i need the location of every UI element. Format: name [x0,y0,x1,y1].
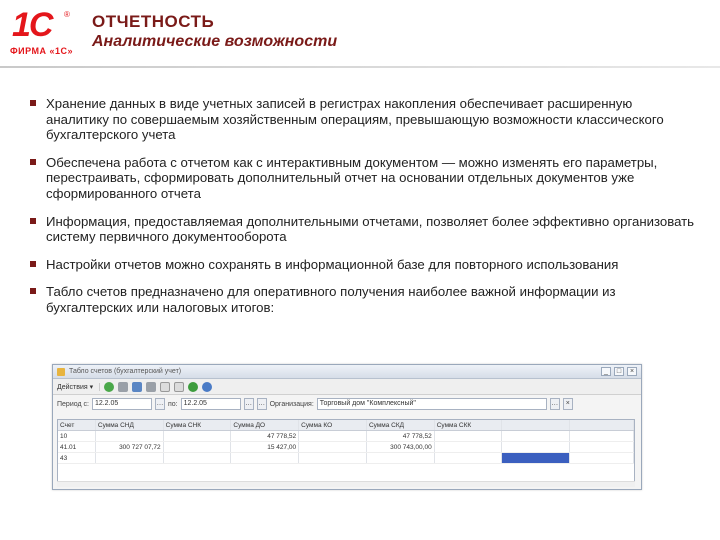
period-select-icon[interactable]: … [256,398,267,410]
table-cell[interactable] [570,442,634,452]
table-cell[interactable] [164,442,232,452]
bullet-item: Хранение данных в виде учетных записей в… [28,96,698,143]
horizontal-scrollbar[interactable] [57,481,635,487]
bullet-square-icon [30,158,36,165]
page-title: ОТЧЕТНОСТЬ [92,12,215,31]
1c-logo: 1C ® ФИРМА «1С» [8,8,80,58]
table-cell[interactable]: 300 727 07,72 [96,442,164,452]
organization-field[interactable]: Торговый дом "Комплексный" [316,398,547,410]
calendar-icon[interactable]: … [243,398,254,410]
bullet-square-icon [30,260,36,267]
column-header[interactable]: Сумма ДО [231,420,300,430]
table-cell[interactable] [502,442,571,452]
clear-icon[interactable]: × [562,398,573,410]
document-icon[interactable] [160,381,171,392]
bullet-text: Хранение данных в виде учетных записей в… [46,96,664,143]
table-cell[interactable] [231,453,300,463]
logo-registered-mark: ® [64,10,70,19]
window-controls: _ □ × [601,367,637,376]
table-cell[interactable] [96,431,164,441]
bullet-square-icon [30,217,36,224]
to-label: по: [167,400,178,408]
table-cell[interactable]: 43 [58,453,96,463]
accounts-table: Счет Сумма СНД Сумма СНК Сумма ДО Сумма … [57,419,635,483]
window-titlebar[interactable]: Табло счетов (бухгалтерский учет) _ □ × [53,365,641,379]
table-row[interactable]: 43 [58,453,634,464]
column-header[interactable]: Сумма СНК [164,420,232,430]
copy-icon[interactable] [118,381,129,392]
delete-icon[interactable] [146,381,157,392]
column-header[interactable] [502,420,571,430]
maximize-icon[interactable]: □ [614,367,624,376]
organization-label: Организация: [269,400,314,408]
table-cell[interactable]: 300 743,00,00 [367,442,435,452]
filter-bar: Период с: 12.2.05 … по: 12.2.05 … … Орга… [53,395,641,413]
table-cell[interactable]: 47 778,52 [231,431,300,441]
column-header[interactable]: Сумма СКК [435,420,503,430]
bullet-square-icon [30,288,36,295]
selected-cell[interactable] [502,453,571,463]
edit-icon[interactable] [132,381,143,392]
table-cell[interactable] [435,453,503,463]
title-block: ОТЧЕТНОСТЬ Аналитические возможности [92,12,337,52]
logo-subtitle: ФИРМА «1С» [10,46,74,56]
add-icon[interactable] [104,381,115,392]
calendar-icon[interactable]: … [154,398,165,410]
bullet-item: Табло счетов предназначено для оперативн… [28,284,698,315]
print-icon[interactable] [174,381,185,392]
table-cell[interactable]: 15 427,00 [231,442,300,452]
bullet-text: Обеспечена работа с отчетом как с интера… [46,154,658,201]
bullet-text: Табло счетов предназначено для оперативн… [46,284,616,315]
header-divider [0,66,720,68]
select-icon[interactable]: … [549,398,560,410]
window-icon [57,368,65,376]
toolbar: Действия ▾ [53,379,641,395]
bullet-text: Информация, предоставляемая дополнительн… [46,213,695,245]
date-from-field[interactable]: 12.2.05 [91,398,152,410]
table-cell[interactable] [164,431,232,441]
bullet-text: Настройки отчетов можно сохранять в инфо… [46,256,619,272]
slide-header: 1C ® ФИРМА «1С» ОТЧЕТНОСТЬ Аналитические… [0,0,720,68]
table-cell[interactable] [164,453,232,463]
column-header[interactable]: Счет [58,420,96,430]
table-cell[interactable] [435,442,503,452]
column-header[interactable]: Сумма СНД [96,420,164,430]
table-cell[interactable] [299,453,367,463]
table-header: Счет Сумма СНД Сумма СНК Сумма ДО Сумма … [58,420,634,431]
table-cell[interactable] [367,453,435,463]
minimize-icon[interactable]: _ [601,367,611,376]
accounts-board-window: Табло счетов (бухгалтерский учет) _ □ × … [52,364,642,490]
table-cell[interactable]: 47 778,52 [367,431,435,441]
bullet-list: Хранение данных в виде учетных записей в… [28,96,698,316]
table-cell[interactable] [502,431,571,441]
table-row[interactable]: 10 47 778,52 47 778,52 [58,431,634,442]
page-subtitle: Аналитические возможности [92,33,338,50]
logo-mark: 1C [12,6,53,44]
column-header[interactable] [570,420,634,430]
actions-menu-button[interactable]: Действия ▾ [57,382,101,391]
close-icon[interactable]: × [627,367,637,376]
table-cell[interactable] [299,431,367,441]
table-cell[interactable]: 41.01 [58,442,96,452]
bullet-item: Обеспечена работа с отчетом как с интера… [28,155,698,202]
table-row[interactable]: 41.01 300 727 07,72 15 427,00 300 743,00… [58,442,634,453]
window-title: Табло счетов (бухгалтерский учет) [69,368,182,375]
table-cell[interactable] [299,442,367,452]
bullet-item: Настройки отчетов можно сохранять в инфо… [28,257,698,273]
date-to-field[interactable]: 12.2.05 [180,398,241,410]
column-header[interactable]: Сумма СКД [367,420,435,430]
bullet-square-icon [30,100,36,106]
bullet-item: Информация, предоставляемая дополнительн… [28,214,698,245]
help-icon[interactable] [202,381,213,392]
table-cell[interactable] [570,431,634,441]
table-cell[interactable] [570,453,634,463]
table-cell[interactable] [435,431,503,441]
refresh-icon[interactable] [188,381,199,392]
period-label: Период с: [57,400,89,408]
column-header[interactable]: Сумма КО [299,420,367,430]
table-cell[interactable] [96,453,164,463]
table-cell[interactable]: 10 [58,431,96,441]
